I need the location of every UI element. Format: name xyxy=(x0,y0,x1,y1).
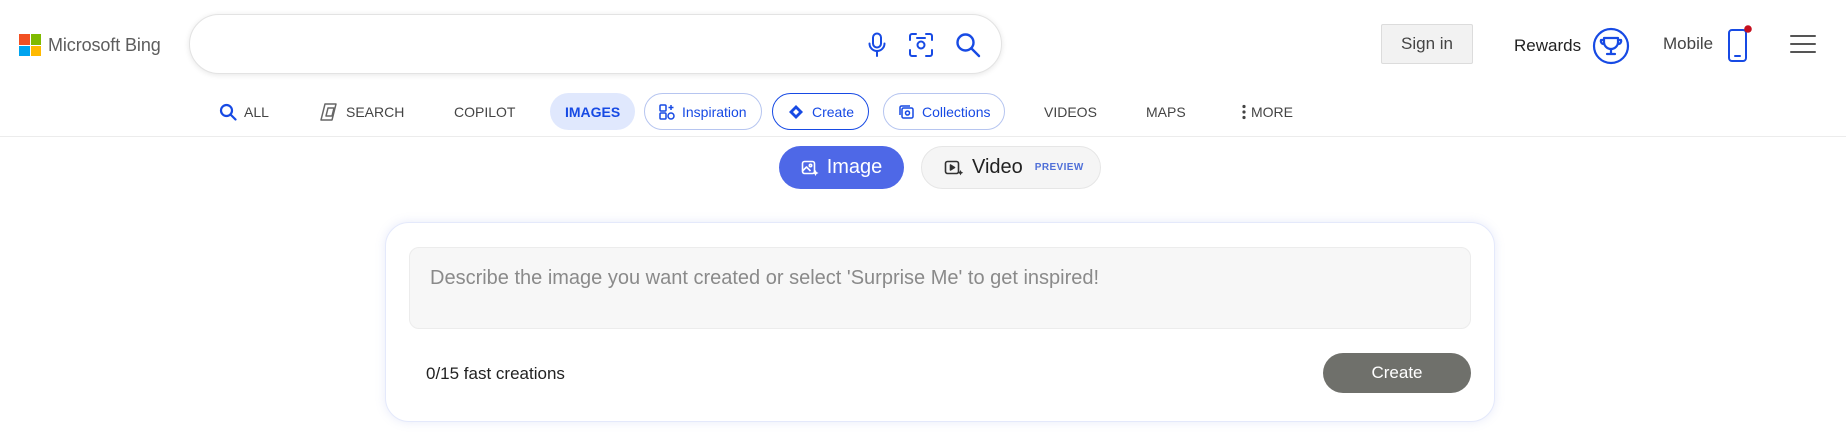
tab-maps[interactable]: MAPS xyxy=(1146,93,1186,130)
bing-logo[interactable]: Microsoft Bing xyxy=(19,33,161,57)
image-create-icon xyxy=(801,160,819,176)
image-mode-label: Image xyxy=(826,156,883,178)
tab-copilot[interactable]: COPILOT xyxy=(454,93,515,130)
fast-creations-counter: 0/15 fast creations xyxy=(426,364,565,383)
tab-copilot-label: COPILOT xyxy=(454,103,516,120)
tab-inspiration-label: Inspiration xyxy=(682,103,747,120)
search-scope-nav: ALL SEARCH COPILOT IMAGES Inspiration Cr… xyxy=(0,90,1846,137)
more-vertical-icon xyxy=(1242,104,1246,119)
tab-all[interactable]: ALL xyxy=(219,93,269,130)
create-icon xyxy=(789,104,803,119)
tab-maps-label: MAPS xyxy=(1146,103,1186,120)
search-box[interactable] xyxy=(189,14,1002,74)
microsoft-logo-icon xyxy=(19,34,41,56)
logo-square-yellow xyxy=(30,45,41,56)
search-icon xyxy=(219,103,237,121)
menu-icon[interactable] xyxy=(1790,35,1816,55)
video-mode-label: Video xyxy=(972,156,1023,178)
tab-images-label: IMAGES xyxy=(565,103,621,120)
video-mode-button[interactable]: Video PREVIEW xyxy=(921,146,1101,189)
logo-square-blue xyxy=(19,45,30,56)
mobile-phone-icon xyxy=(1728,25,1752,62)
rewards-button[interactable]: Rewards xyxy=(1514,26,1630,66)
search-input[interactable] xyxy=(214,33,814,57)
tab-create[interactable]: Create xyxy=(772,93,870,130)
logo-text: Microsoft Bing xyxy=(48,34,161,55)
microphone-icon[interactable] xyxy=(863,31,891,59)
search-icon[interactable] xyxy=(954,31,982,59)
tab-search-label: SEARCH xyxy=(346,103,405,120)
tab-inspiration[interactable]: Inspiration xyxy=(644,93,762,130)
tab-collections-label: Collections xyxy=(922,103,991,120)
image-creator-card: 0/15 fast creations Create xyxy=(385,222,1495,422)
tab-search[interactable]: SEARCH xyxy=(319,93,404,130)
rewards-trophy-icon xyxy=(1592,27,1630,65)
sign-in-button[interactable]: Sign in xyxy=(1381,24,1473,64)
collections-icon xyxy=(899,104,914,119)
preview-badge: PREVIEW xyxy=(1034,162,1084,173)
tab-collections[interactable]: Collections xyxy=(883,93,1006,130)
visual-search-icon[interactable] xyxy=(907,31,935,59)
tab-create-label: Create xyxy=(812,103,855,120)
tab-more[interactable]: MORE xyxy=(1241,93,1293,130)
image-mode-button[interactable]: Image xyxy=(779,146,904,189)
tab-images[interactable]: IMAGES xyxy=(550,93,636,130)
inspiration-icon xyxy=(659,103,675,120)
tab-videos[interactable]: VIDEOS xyxy=(1044,93,1097,130)
tab-more-label: MORE xyxy=(1251,103,1293,120)
copilot-search-icon xyxy=(320,102,337,121)
create-button[interactable]: Create xyxy=(1323,353,1471,393)
mobile-button[interactable]: Mobile xyxy=(1663,22,1753,66)
video-create-icon xyxy=(944,160,964,175)
prompt-input[interactable] xyxy=(409,247,1471,329)
mobile-label: Mobile xyxy=(1663,34,1714,53)
logo-square-red xyxy=(19,34,30,45)
tab-videos-label: VIDEOS xyxy=(1044,103,1097,120)
tab-all-label: ALL xyxy=(244,103,269,120)
notification-dot xyxy=(1744,25,1752,33)
logo-square-green xyxy=(30,34,41,45)
rewards-label: Rewards xyxy=(1514,36,1582,55)
